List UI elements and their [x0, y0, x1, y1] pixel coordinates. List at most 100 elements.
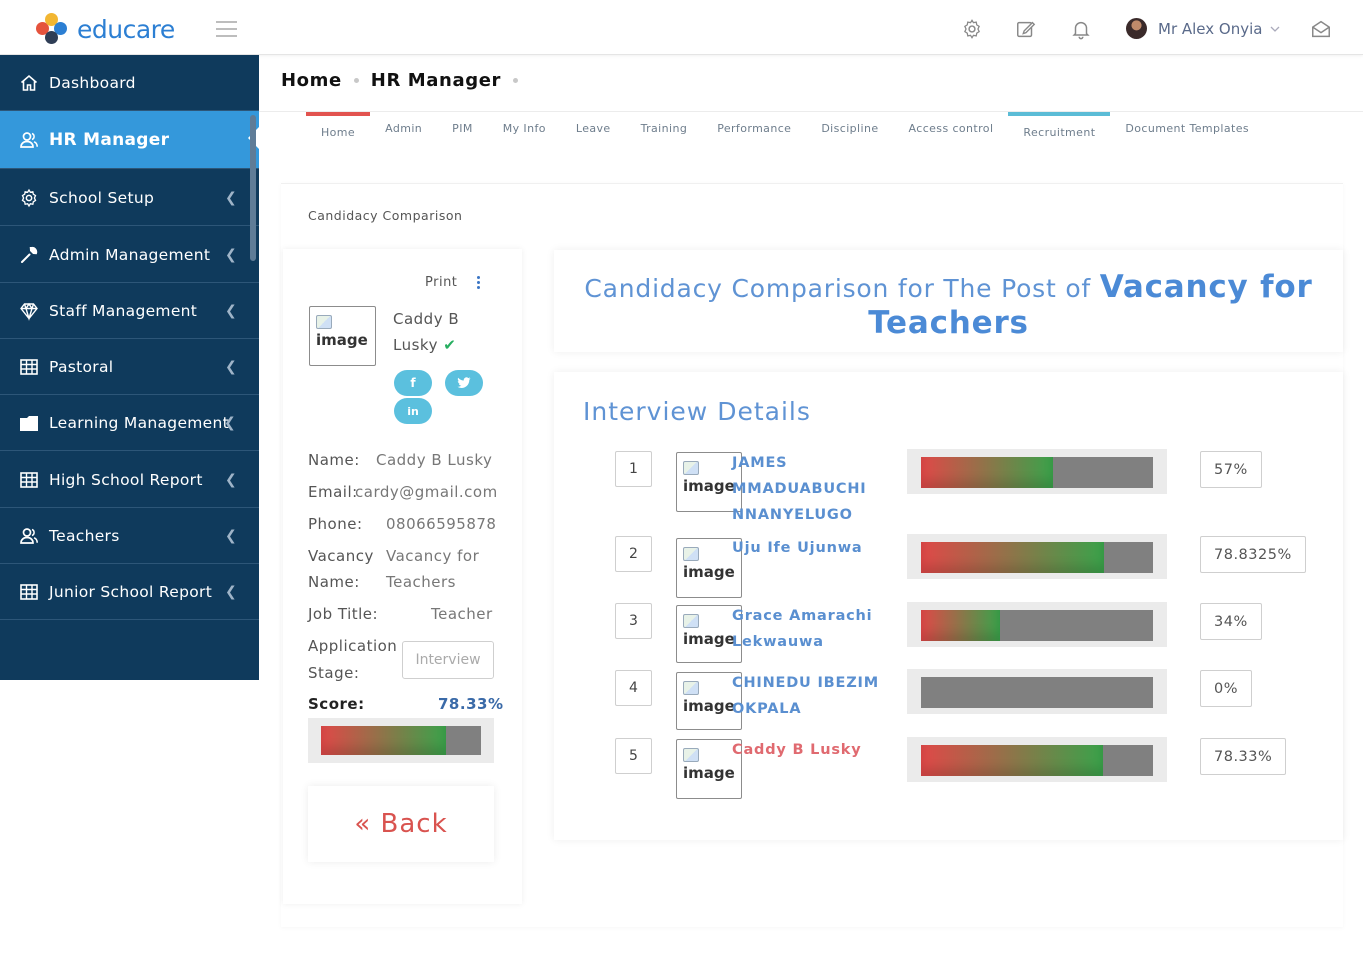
score-bar-track: [921, 745, 1153, 776]
sidebar-item-label: HR Manager: [49, 129, 170, 150]
facebook-icon: f: [410, 376, 416, 390]
sidebar: Dashboard HR Manager School Setup ❮ Admi…: [0, 55, 260, 680]
breadcrumb-separator: [353, 78, 359, 83]
score-bar-track: [321, 726, 481, 755]
chevron-left-icon: ❮: [224, 471, 237, 488]
vacancy-label: Vacancy: [308, 547, 374, 565]
name-value: Caddy B Lusky: [376, 451, 493, 469]
edit-icon[interactable]: [1015, 18, 1037, 40]
name-line: JAMES: [732, 455, 788, 471]
candidate-name-link[interactable]: Caddy B Lusky: [732, 737, 861, 763]
sidebar-item-label: Pastoral: [49, 357, 114, 376]
tab-pim[interactable]: PIM: [437, 112, 488, 152]
more-options-icon[interactable]: [477, 276, 481, 291]
chevron-left-icon: ❮: [224, 527, 237, 544]
score-percent: 0%: [1200, 670, 1253, 707]
tab-performance[interactable]: Performance: [702, 112, 806, 152]
chevron-left-icon: ❮: [223, 414, 236, 431]
tab-home[interactable]: Home: [306, 112, 371, 146]
rank-badge: 4: [615, 670, 652, 706]
linkedin-button[interactable]: in: [394, 398, 432, 424]
tab-admin[interactable]: Admin: [370, 112, 437, 152]
twitter-button[interactable]: [445, 370, 483, 396]
score-label: Score:: [308, 695, 365, 713]
email-value: cardy@gmail.com: [355, 483, 498, 501]
tab-document-templates[interactable]: Document Templates: [1110, 112, 1264, 152]
score-value: 78.33%: [438, 695, 504, 713]
facebook-button[interactable]: f: [394, 370, 432, 396]
menu-toggle-icon[interactable]: [216, 21, 237, 42]
user-menu[interactable]: Mr Alex Onyia: [1126, 18, 1280, 39]
sidebar-scrollbar[interactable]: [250, 115, 256, 261]
candidate-name-link[interactable]: Grace Amarachi Lekwauwa: [732, 603, 872, 655]
sidebar-item-high-school-report[interactable]: High School Report ❮: [0, 452, 259, 508]
score-bar-fill: [321, 726, 447, 755]
mail-open-icon[interactable]: [1310, 18, 1332, 40]
sidebar-item-dashboard[interactable]: Dashboard: [0, 55, 259, 111]
score-bar-fill: [921, 542, 1104, 573]
sidebar-item-label: Teachers: [49, 526, 120, 545]
heading-prefix: Candidacy Comparison for The Post of: [584, 274, 1100, 303]
sidebar-item-label: Dashboard: [49, 73, 136, 92]
vacancy-label-2: Name:: [308, 573, 360, 591]
tab-training[interactable]: Training: [626, 112, 703, 152]
linkedin-icon: in: [407, 404, 419, 418]
chevron-left-icon: ❮: [224, 189, 237, 206]
brand-logo[interactable]: educare: [36, 13, 175, 45]
grid-icon: [19, 357, 39, 377]
score-bar-track: [921, 610, 1153, 641]
gear-icon: [19, 188, 39, 208]
candidate-name-link[interactable]: Uju Ife Ujunwa: [732, 535, 862, 561]
sidebar-item-teachers[interactable]: Teachers ❮: [0, 508, 259, 564]
name-line: MMADUABUCHI: [732, 481, 867, 497]
sidebar-item-junior-school-report[interactable]: Junior School Report ❮: [0, 564, 259, 620]
score-bar: [907, 602, 1167, 647]
comparison-heading: Candidacy Comparison for The Post of Vac…: [554, 270, 1343, 342]
back-button[interactable]: « Back: [308, 786, 494, 862]
gear-icon[interactable]: [961, 18, 983, 40]
interview-details-title: Interview Details: [583, 397, 811, 426]
sidebar-item-label: Learning Management: [49, 413, 230, 432]
broken-image-icon: [683, 547, 699, 561]
candidate-name-line2: Lusky: [393, 336, 438, 354]
application-stage-field[interactable]: Interview: [402, 641, 494, 679]
image-alt-text: image: [683, 764, 735, 782]
breadcrumb-home[interactable]: Home: [281, 70, 342, 91]
home-icon: [19, 73, 39, 93]
bell-icon[interactable]: [1070, 18, 1092, 40]
score-bar: [907, 669, 1167, 714]
grid-icon: [19, 470, 39, 490]
tab-access-control[interactable]: Access control: [894, 112, 1009, 152]
candidate-name: Caddy B Lusky ✔: [393, 306, 459, 358]
sidebar-item-learning-management[interactable]: Learning Management ❮: [0, 395, 259, 451]
rank-badge: 2: [615, 536, 652, 572]
sidebar-item-label: High School Report: [49, 470, 203, 489]
tab-discipline[interactable]: Discipline: [806, 112, 893, 152]
score-bar: [907, 534, 1167, 579]
broken-image-icon: [683, 681, 699, 695]
application-stage-label-2: Stage:: [308, 664, 360, 682]
sidebar-item-school-setup[interactable]: School Setup ❮: [0, 170, 259, 226]
candidate-name-link[interactable]: JAMES MMADUABUCHI NNANYELUGO: [732, 450, 866, 528]
sidebar-item-pastoral[interactable]: Pastoral ❮: [0, 339, 259, 395]
tab-recruitment[interactable]: Recruitment: [1008, 112, 1111, 146]
sidebar-item-label: Staff Management: [49, 301, 198, 320]
image-alt-text: image: [316, 331, 368, 349]
score-bar-fill: [921, 610, 1000, 641]
score-percent: 34%: [1200, 603, 1262, 640]
chevron-left-icon: ❮: [224, 302, 237, 319]
candidate-name-link[interactable]: CHINEDU IBEZIM OKPALA: [732, 670, 879, 722]
rank-badge: 1: [615, 451, 652, 487]
vacancy-value-2: Teachers: [386, 573, 456, 591]
heading-vacancy-line2: Teachers: [868, 305, 1029, 341]
rank-badge: 3: [615, 603, 652, 639]
tab-my-info[interactable]: My Info: [488, 112, 561, 152]
tab-leave[interactable]: Leave: [561, 112, 626, 152]
sidebar-item-admin-management[interactable]: Admin Management ❮: [0, 227, 259, 283]
score-percent: 57%: [1200, 451, 1262, 488]
sidebar-item-staff-management[interactable]: Staff Management ❮: [0, 283, 259, 339]
name-label: Name:: [308, 451, 360, 469]
image-alt-text: image: [683, 563, 735, 581]
sidebar-item-hr-manager[interactable]: HR Manager: [0, 111, 260, 169]
print-button[interactable]: Print: [425, 275, 457, 290]
